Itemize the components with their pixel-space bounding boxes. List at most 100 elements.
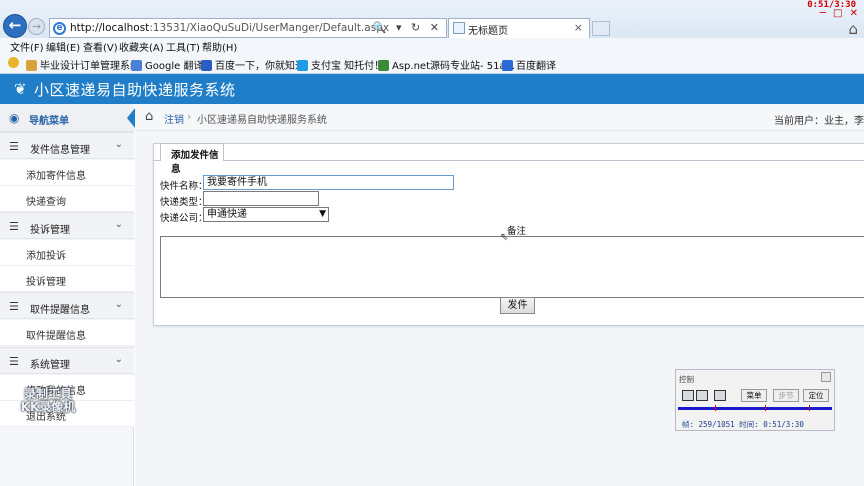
favorite-link[interactable]: 支付宝 知托付！ [297, 57, 384, 72]
company-select[interactable]: 申通快递 ▼ [203, 207, 329, 222]
menu-bar: 文件(F) 编辑(E) 查看(V) 收藏夹(A) 工具(T) 帮助(H) [0, 38, 864, 54]
ie-icon: e [53, 22, 66, 35]
recorder-menu-button[interactable]: 菜单 [741, 389, 767, 402]
menu-help[interactable]: 帮助(H) [202, 39, 237, 54]
window-controls[interactable]: ─ □ ✕ [820, 8, 860, 19]
mouse-cursor-icon: ⇖ [500, 232, 509, 243]
sidebar-item-label: 快递查询 [26, 197, 66, 208]
logout-link[interactable]: 注销 [164, 111, 184, 126]
recorder-status: 帧: 259/1051 时间: 0:51/3:30 [682, 420, 804, 429]
favorite-link[interactable]: 毕业设计订单管理系统 [26, 57, 140, 72]
current-user: 当前用户：业主，李 [774, 116, 864, 127]
sidebar-item-label: 取件提醒信息 [26, 331, 86, 342]
timeline-marker [809, 405, 810, 411]
sidebar-item-label: 投诉管理 [26, 277, 66, 288]
nav-menu-header[interactable]: ◉ 导航菜单 [0, 104, 135, 132]
favorites-star-icon[interactable] [8, 57, 22, 69]
panel-tab[interactable]: 添加发件信息 [160, 143, 224, 175]
company-label: 快递公司： [160, 213, 208, 224]
close-icon[interactable] [821, 372, 831, 382]
breadcrumb: ⌂ 注销 › 小区速递易自助快递服务系统 当前用户：业主，李 [135, 104, 864, 131]
new-tab-button[interactable] [592, 21, 610, 36]
breadcrumb-separator: › [187, 110, 192, 123]
chevron-down-icon: ⌄ [114, 299, 123, 310]
aspnet-icon [378, 60, 389, 71]
item-name-label: 快件名称： [160, 181, 208, 192]
menu-favorites[interactable]: 收藏夹(A) [119, 39, 164, 54]
sidebar-item-add-complaint[interactable]: 添加投诉 [0, 240, 134, 266]
nav-menu-title: 导航菜单 [29, 116, 69, 127]
sidebar-group-label: 取件提醒信息 [30, 305, 90, 316]
recorder-title: 控制 [679, 375, 694, 384]
address-bar[interactable]: e http://localhost:13531/XiaoQuSuDi/User… [49, 18, 447, 38]
list-icon: ☰ [9, 220, 19, 233]
favorite-link[interactable]: 百度翻译 [502, 57, 556, 72]
baidu-icon [201, 60, 212, 71]
add-shipment-panel: 添加发件信息 快件名称： 我要寄件手机 快递类型： 快递公司： 申通快递 ▼ 备… [153, 143, 864, 326]
item-name-input[interactable]: 我要寄件手机 [203, 175, 454, 190]
back-button[interactable]: ← [3, 14, 27, 38]
sidebar-item-pickup-reminder[interactable]: 取件提醒信息 [0, 320, 134, 346]
alipay-icon [297, 60, 308, 71]
recorder-step-button[interactable]: 步节 [773, 389, 799, 402]
baidu-translate-icon [502, 60, 513, 71]
sidebar-item-tracking[interactable]: 快递查询 [0, 186, 134, 212]
chevron-down-icon: ⌄ [114, 354, 123, 365]
sidebar-group-pickup[interactable]: ☰ 取件提醒信息 ⌄ [0, 292, 134, 319]
browser-nav-bar: ← → e http://localhost:13531/XiaoQuSuDi/… [0, 0, 864, 38]
tab-close-icon[interactable]: × [574, 21, 583, 34]
sidebar-group-shipping[interactable]: ☰ 发件信息管理 ⌄ [0, 132, 134, 159]
type-input[interactable] [203, 191, 319, 206]
submit-button[interactable]: 发件 [500, 297, 535, 314]
url-text[interactable]: http://localhost:13531/XiaoQuSuDi/UserMa… [70, 22, 389, 34]
favorite-page-icon [26, 60, 37, 71]
list-icon: ☰ [9, 355, 19, 368]
dashboard-icon: ◉ [9, 111, 20, 125]
favorite-link[interactable]: 百度一下，你就知道 [201, 57, 305, 72]
timeline-marker [765, 405, 766, 411]
sidebar: ◉ 导航菜单 ☰ 发件信息管理 ⌄ 添加寄件信息 快递查询 ☰ 投诉管理 ⌄ 添… [0, 104, 135, 486]
sidebar-item-complaint-manage[interactable]: 投诉管理 [0, 266, 134, 292]
chevron-down-icon: ▼ [319, 209, 326, 219]
browser-tab[interactable]: 无标题页 × [448, 18, 590, 38]
remark-label: 备注 [507, 226, 527, 237]
browser-chrome: ← → e http://localhost:13531/XiaoQuSuDi/… [0, 0, 864, 74]
timeline-marker [715, 405, 716, 411]
recorder-locate-button[interactable]: 定位 [803, 389, 829, 402]
favorite-link[interactable]: Asp.net源码专业站- 51a... [378, 57, 515, 72]
sidebar-group-label: 发件信息管理 [30, 145, 90, 156]
menu-tools[interactable]: 工具(T) [166, 39, 200, 54]
app-title: 小区速递易自助快递服务系统 [34, 81, 236, 99]
panel-divider [154, 160, 864, 161]
sidebar-item-label: 添加投诉 [26, 251, 66, 262]
panel-tab-label: 添加发件信息 [171, 150, 219, 175]
menu-view[interactable]: 查看(V) [83, 39, 118, 54]
leaf-logo-icon: ❦ [14, 80, 27, 98]
remark-textarea[interactable] [160, 236, 864, 298]
breadcrumb-current: 小区速递易自助快递服务系统 [197, 115, 327, 126]
home-icon[interactable]: ⌂ [848, 20, 858, 38]
prev-frame-button[interactable] [682, 390, 694, 401]
company-select-value: 申通快递 [207, 209, 247, 220]
recorder-watermark: 录制工具 KK录像机 [20, 387, 76, 414]
menu-file[interactable]: 文件(F) [10, 39, 44, 54]
sidebar-group-label: 投诉管理 [30, 225, 70, 236]
next-frame-button[interactable] [714, 390, 726, 401]
menu-edit[interactable]: 编辑(E) [46, 39, 80, 54]
home-icon[interactable]: ⌂ [145, 109, 153, 124]
app-header: ❦ 小区速递易自助快递服务系统 [0, 74, 864, 104]
pause-button[interactable] [696, 390, 708, 401]
favorite-link[interactable]: Google 翻译 [131, 57, 203, 72]
list-icon: ☰ [9, 300, 19, 313]
sidebar-item-add-shipment[interactable]: 添加寄件信息 [0, 160, 134, 186]
sidebar-group-complaints[interactable]: ☰ 投诉管理 ⌄ [0, 212, 134, 239]
page-icon [453, 22, 465, 34]
address-tools-icons[interactable]: 🔍 ▾ ↻ ✕ [373, 21, 442, 34]
favorites-bar: 毕业设计订单管理系统 Google 翻译 百度一下，你就知道 支付宝 知托付！ … [0, 54, 864, 74]
sidebar-group-system[interactable]: ☰ 系统管理 ⌄ [0, 347, 134, 374]
sidebar-group-label: 系统管理 [30, 360, 70, 371]
tab-title: 无标题页 [468, 26, 508, 37]
list-icon: ☰ [9, 140, 19, 153]
forward-button[interactable]: → [28, 18, 45, 35]
chevron-down-icon: ⌄ [114, 139, 123, 150]
